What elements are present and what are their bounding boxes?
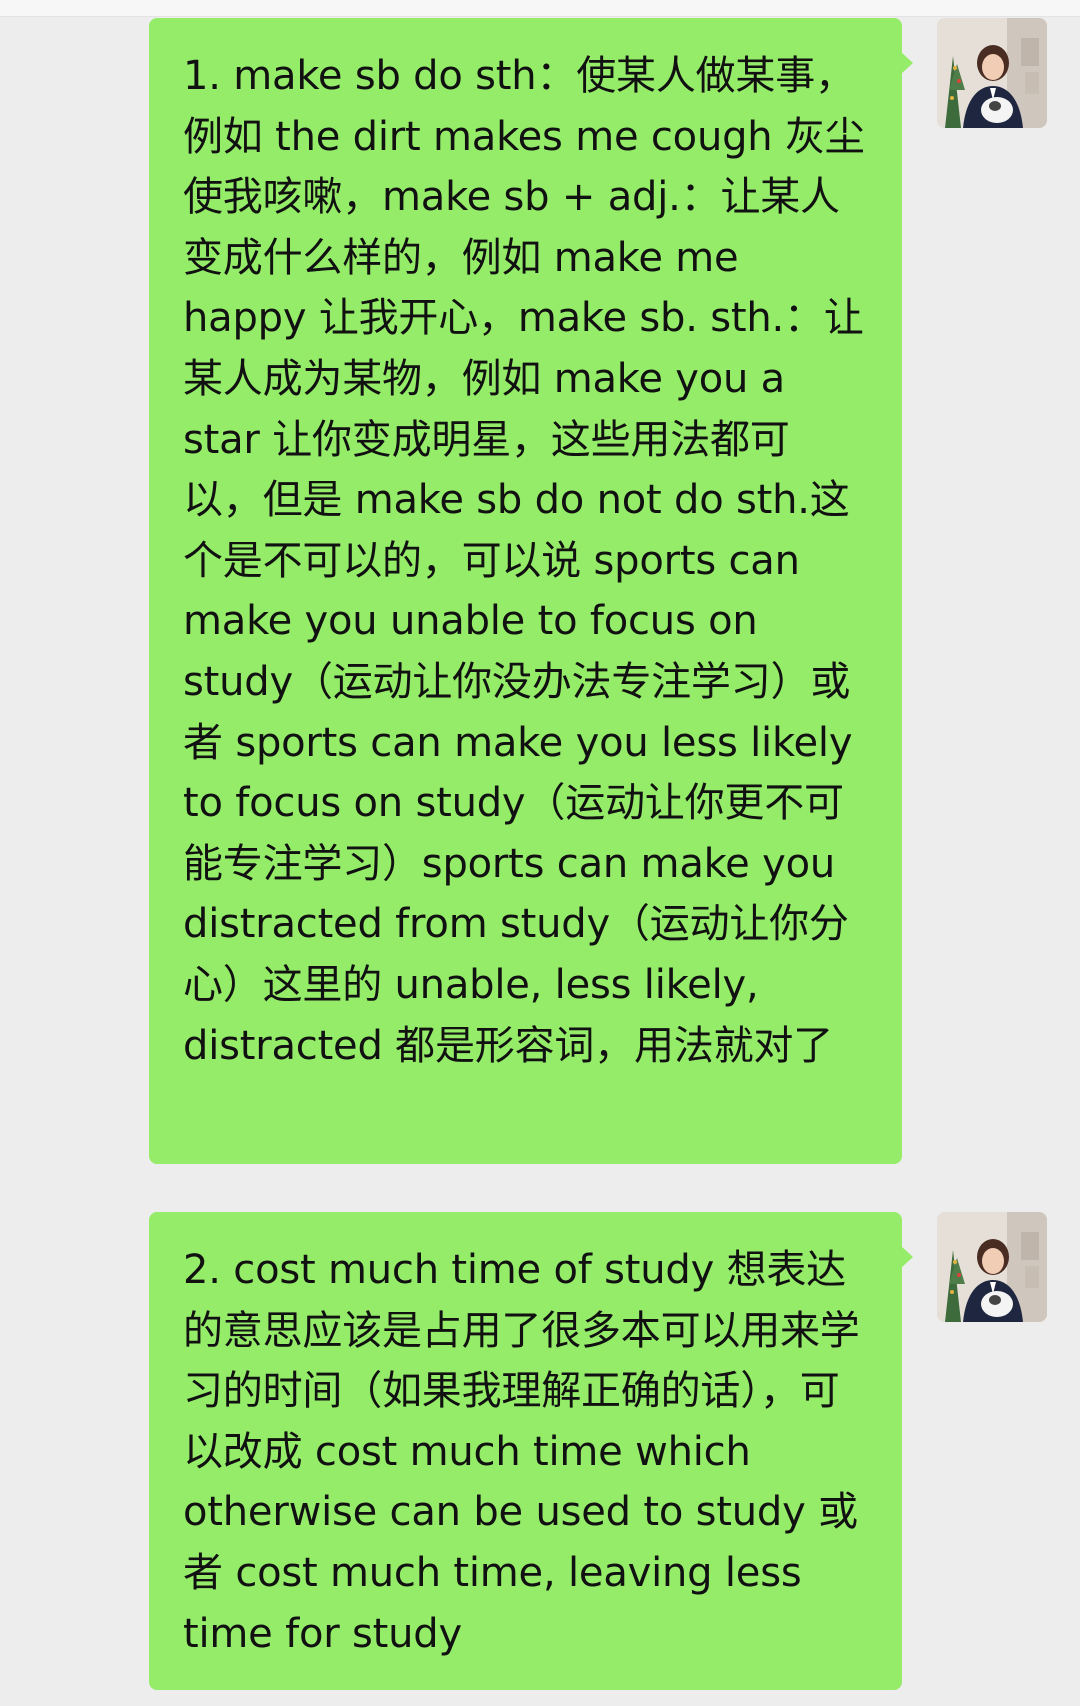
avatar[interactable]: [937, 18, 1047, 128]
avatar-photo-icon: [937, 1212, 1047, 1322]
message-row: 1. make sb do sth：使某人做某事，例如 the dirt mak…: [0, 18, 1080, 1164]
avatar-photo-icon: [937, 18, 1047, 128]
bubble-tail: [901, 1246, 913, 1268]
message-row: 2. cost much time of study 想表达的意思应该是占用了很…: [0, 1212, 1080, 1690]
top-divider: [0, 0, 1080, 17]
message-bubble[interactable]: 2. cost much time of study 想表达的意思应该是占用了很…: [149, 1212, 913, 1690]
avatar[interactable]: [937, 1212, 1047, 1322]
message-text: 2. cost much time of study 想表达的意思应该是占用了很…: [183, 1247, 860, 1657]
message-text: 1. make sb do sth：使某人做某事，例如 the dirt mak…: [183, 53, 865, 1069]
message-bubble[interactable]: 1. make sb do sth：使某人做某事，例如 the dirt mak…: [149, 18, 913, 1164]
chat-area[interactable]: 1. make sb do sth：使某人做某事，例如 the dirt mak…: [0, 0, 1080, 1706]
bubble-tail: [901, 52, 913, 74]
